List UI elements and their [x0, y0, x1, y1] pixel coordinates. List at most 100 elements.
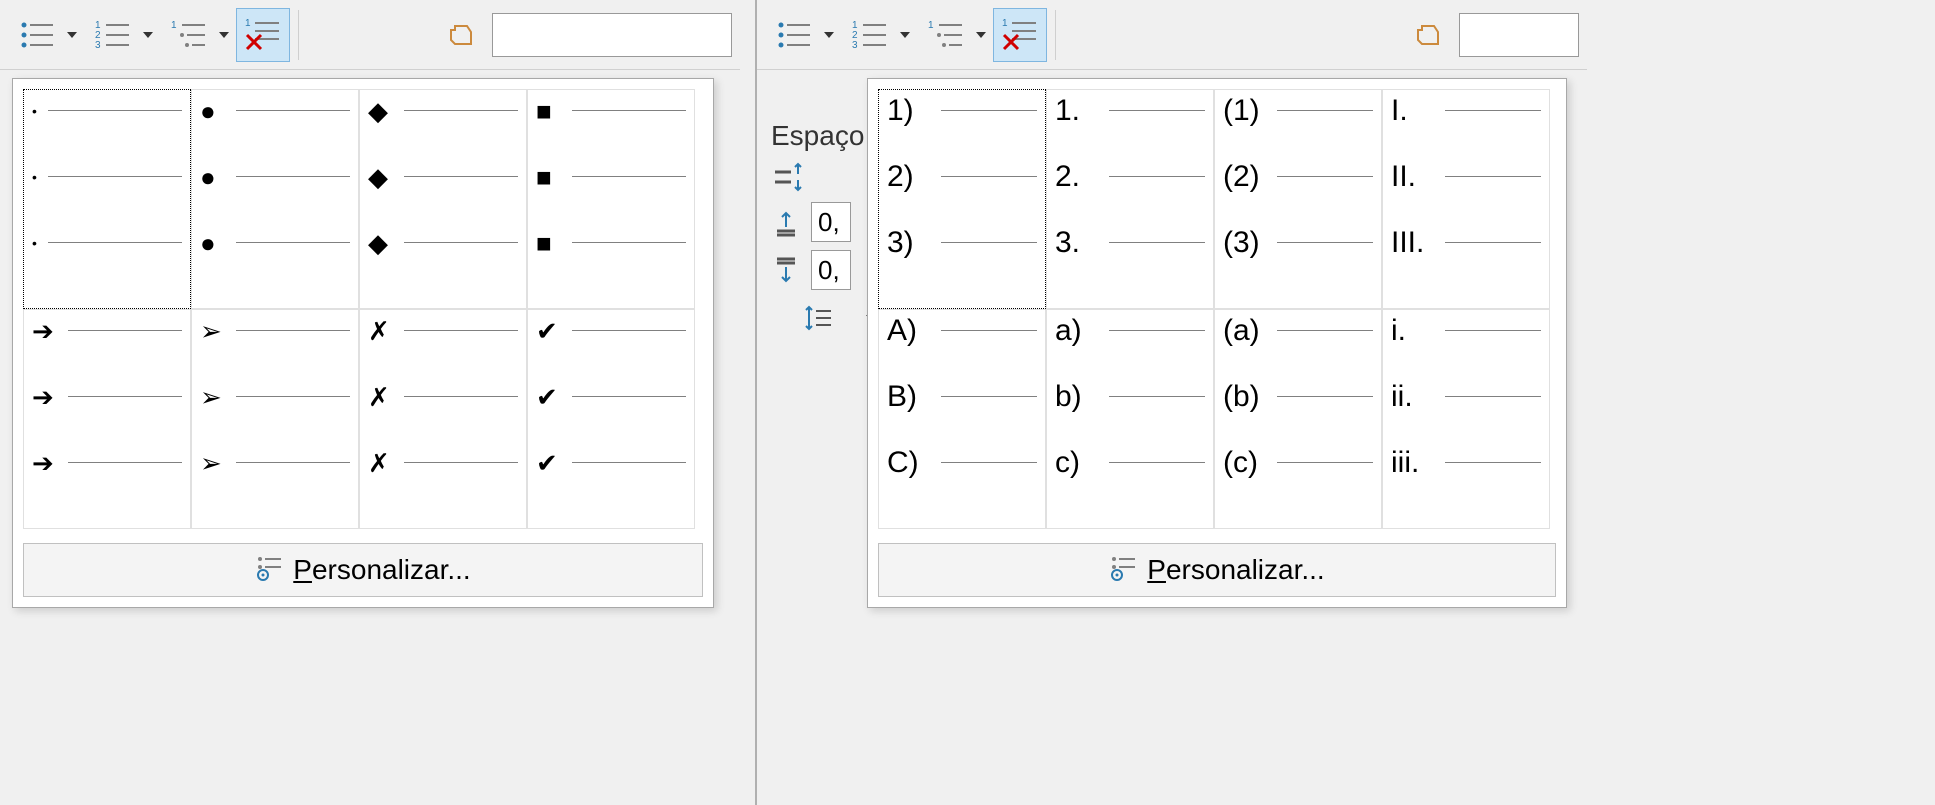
preview-line [941, 330, 1037, 331]
preview-line [572, 462, 686, 463]
preview-line [1445, 330, 1541, 331]
svg-text:1: 1 [928, 20, 934, 31]
number-preset-option[interactable]: a)b)c) [1046, 309, 1214, 529]
number-marker: 3) [887, 228, 935, 258]
bullet-marker: ✗ [368, 318, 398, 344]
preview-line [404, 176, 518, 177]
no-list-button[interactable]: 1 [993, 8, 1047, 62]
bullet-marker: • [32, 236, 42, 250]
number-preset-option[interactable]: 1)2)3) [878, 89, 1046, 309]
preview-line [236, 462, 350, 463]
number-marker: III. [1391, 228, 1439, 258]
number-marker: (2) [1223, 162, 1271, 192]
svg-text:1: 1 [171, 20, 177, 31]
space-below-icon [771, 255, 801, 285]
bullet-gallery-grid: •••●●●◆◆◆■■■➔➔➔➢➢➢✗✗✗✔✔✔ [23, 89, 703, 529]
spacing-heading: Espaço [771, 120, 881, 152]
bullet-marker: • [32, 104, 42, 118]
customize-label: Personalizar... [293, 554, 470, 586]
number-preset-option[interactable]: A)B)C) [878, 309, 1046, 529]
paragraph-spacing-sidebar: Espaço 0, 0, [771, 120, 881, 346]
preview-line [1109, 176, 1205, 177]
bullet-marker: ➔ [32, 450, 62, 476]
bullet-preset-option[interactable]: ✔✔✔ [527, 309, 695, 529]
bullet-marker: ➢ [200, 384, 230, 410]
preview-line [1277, 462, 1373, 463]
preview-line [1109, 242, 1205, 243]
numbered-list-button[interactable]: 1 2 3 [84, 8, 158, 62]
outline-list-button[interactable]: 1 [917, 8, 991, 62]
bullet-preset-option[interactable]: ✗✗✗ [359, 309, 527, 529]
preview-line [572, 176, 686, 177]
bullet-list-icon [776, 17, 812, 53]
find-toggle-button[interactable] [442, 8, 482, 62]
bullet-marker: ■ [536, 230, 566, 256]
preview-line [1277, 242, 1373, 243]
preview-line [236, 176, 350, 177]
find-input[interactable] [492, 13, 732, 57]
find-input[interactable] [1459, 13, 1579, 57]
numbered-list-button[interactable]: 1 2 3 [841, 8, 915, 62]
number-marker: I. [1391, 96, 1439, 126]
bullet-preset-option[interactable]: ●●● [191, 89, 359, 309]
number-marker: C) [887, 448, 935, 478]
preview-line [1109, 396, 1205, 397]
number-marker: 1. [1055, 96, 1103, 126]
space-above-input[interactable]: 0, [811, 202, 851, 242]
bullet-preset-option[interactable]: ◆◆◆ [359, 89, 527, 309]
preview-line [404, 462, 518, 463]
preview-line [941, 396, 1037, 397]
bullet-gallery-dropdown: •••●●●◆◆◆■■■➔➔➔➢➢➢✗✗✗✔✔✔ Personalizar... [12, 78, 714, 608]
bullet-preset-option[interactable]: ■■■ [527, 89, 695, 309]
bullet-list-button[interactable] [765, 8, 839, 62]
hand-cursor-icon [1414, 20, 1444, 50]
number-preset-option[interactable]: 1.2.3. [1046, 89, 1214, 309]
preview-line [941, 110, 1037, 111]
space-below-input[interactable]: 0, [811, 250, 851, 290]
no-list-button[interactable]: 1 [236, 8, 290, 62]
preview-line [1109, 110, 1205, 111]
preview-line [572, 242, 686, 243]
bullet-preset-option[interactable]: ➢➢➢ [191, 309, 359, 529]
line-spacing-dropdown[interactable] [771, 298, 881, 338]
preview-line [236, 330, 350, 331]
bullet-marker: ◆ [368, 230, 398, 256]
customize-button[interactable]: Personalizar... [878, 543, 1556, 597]
bullet-marker: ■ [536, 98, 566, 124]
find-toggle-button[interactable] [1409, 8, 1449, 62]
bullet-marker: ➢ [200, 450, 230, 476]
bullet-marker: ➔ [32, 318, 62, 344]
bullet-marker: ● [200, 98, 230, 124]
preview-line [48, 176, 182, 177]
preview-line [68, 396, 182, 397]
number-marker: 2) [887, 162, 935, 192]
space-above-icon [771, 207, 801, 237]
svg-text:3: 3 [852, 40, 858, 51]
line-spacing-toggle[interactable] [771, 160, 881, 194]
number-marker: ii. [1391, 382, 1439, 412]
number-marker: (b) [1223, 382, 1271, 412]
bullet-preset-option[interactable]: ••• [23, 89, 191, 309]
bullet-marker: ● [200, 164, 230, 190]
number-marker: 2. [1055, 162, 1103, 192]
number-marker: (3) [1223, 228, 1271, 258]
preview-line [68, 462, 182, 463]
preview-line [1445, 110, 1541, 111]
number-gallery-grid: 1)2)3)1.2.3.(1)(2)(3)I.II.III.A)B)C)a)b)… [878, 89, 1558, 529]
number-marker: i. [1391, 316, 1439, 346]
outline-list-button[interactable]: 1 [160, 8, 234, 62]
line-spacing-menu-icon [803, 303, 833, 333]
number-gallery-dropdown: 1)2)3)1.2.3.(1)(2)(3)I.II.III.A)B)C)a)b)… [867, 78, 1567, 608]
no-list-icon: 1 [1000, 15, 1040, 55]
number-preset-option[interactable]: (a)(b)(c) [1214, 309, 1382, 529]
preview-line [48, 110, 182, 111]
number-preset-option[interactable]: i.ii.iii. [1382, 309, 1550, 529]
preview-line [1109, 462, 1205, 463]
bullet-list-button[interactable] [8, 8, 82, 62]
number-preset-option[interactable]: I.II.III. [1382, 89, 1550, 309]
bullet-preset-option[interactable]: ➔➔➔ [23, 309, 191, 529]
customize-button[interactable]: Personalizar... [23, 543, 703, 597]
preview-line [572, 330, 686, 331]
number-preset-option[interactable]: (1)(2)(3) [1214, 89, 1382, 309]
number-marker: (c) [1223, 448, 1271, 478]
